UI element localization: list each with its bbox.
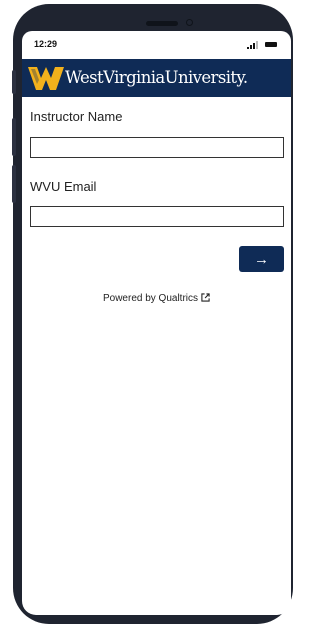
phone-side-button-volume-up	[12, 118, 16, 156]
signal-icon	[247, 41, 258, 49]
header-banner: WestVirginiaUniversity.	[22, 59, 291, 97]
phone-camera	[186, 19, 193, 26]
status-bar: 12:29	[22, 31, 291, 57]
phone-side-button-mute	[12, 70, 16, 94]
external-link-icon	[201, 293, 210, 302]
wvu-flying-wv-logo-icon	[28, 67, 64, 90]
powered-by-link[interactable]: Powered by Qualtrics	[22, 293, 291, 304]
next-button[interactable]: →	[239, 246, 284, 272]
logo-text: WestVirginiaUniversity.	[65, 68, 248, 87]
phone-side-button-volume-down	[12, 165, 16, 203]
phone-screen: 12:29 WestVirginiaUniversity. Instructor…	[22, 31, 291, 615]
instructor-name-input[interactable]	[30, 137, 284, 158]
wvu-email-label: WVU Email	[30, 179, 97, 194]
powered-by-text: Powered by Qualtrics	[102, 293, 199, 304]
wvu-email-input[interactable]	[30, 206, 284, 227]
phone-speaker	[146, 21, 178, 26]
status-time: 12:29	[34, 39, 58, 49]
battery-icon	[265, 42, 277, 47]
instructor-name-label: Instructor Name	[30, 109, 123, 124]
